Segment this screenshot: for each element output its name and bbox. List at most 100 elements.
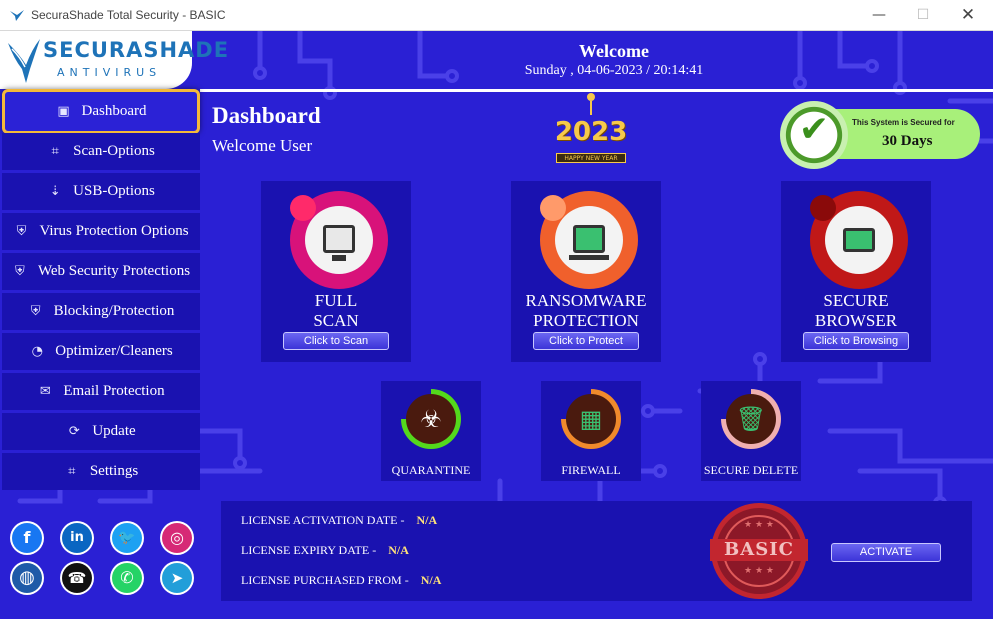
sidebar-item-virus-protection[interactable]: ⛨ Virus Protection Options — [2, 213, 200, 250]
new-year-caption: HAPPY NEW YEAR — [556, 153, 626, 163]
quarantine-card[interactable]: ☣ QUARANTINE — [381, 381, 481, 481]
toll-free-icon[interactable]: ☎ — [62, 563, 92, 593]
license-purchased-row: LICENSE PURCHASED FROM - N/A — [241, 573, 442, 587]
monitor-scan-icon — [323, 225, 355, 253]
maximize-button[interactable]: ☐ — [900, 0, 946, 30]
new-year-number: 2023 — [554, 117, 628, 147]
sidebar-item-label: Settings — [89, 463, 139, 479]
facebook-icon[interactable]: f — [12, 523, 42, 553]
title-bar: SecuraShade Total Security - BASIC — ☐ ✕ — [0, 0, 993, 31]
usb-icon: ⇣ — [49, 184, 61, 199]
welcome-user-text: Welcome User — [212, 136, 313, 155]
linkedin-icon[interactable]: in — [62, 523, 92, 553]
ransomware-ring — [540, 191, 638, 289]
status-dot — [540, 195, 566, 221]
ransomware-card[interactable]: RANSOMWARE PROTECTION Click to Protect — [511, 181, 661, 362]
license-purchased-value: N/A — [420, 573, 442, 587]
bird-logo-icon — [10, 10, 24, 21]
trash-icon: 🗑 — [735, 405, 767, 433]
twitter-icon[interactable]: 🐦 — [112, 523, 142, 553]
license-panel: LICENSE ACTIVATION DATE - N/A LICENSE EXP… — [221, 501, 972, 601]
basic-stamp: ★ ★ ★ BASIC ★ ★ ★ — [710, 503, 808, 599]
sidebar-item-label: Virus Protection Options — [39, 223, 189, 239]
sidebar-item-label: USB-Options — [73, 183, 155, 199]
monitor-icon: ▣ — [57, 104, 70, 119]
sidebar-item-label: Blocking/Protection — [53, 303, 175, 319]
sidebar-item-dashboard[interactable]: ▣ Dashboard — [2, 89, 200, 134]
firewall-icon: ▦ — [579, 405, 603, 433]
license-expiry-row: LICENSE EXPIRY DATE - N/A — [241, 543, 409, 557]
sidebar-item-scan-options[interactable]: ⌗ Scan-Options — [2, 133, 200, 170]
instagram-icon[interactable]: ◎ — [162, 523, 192, 553]
app-logo: SECURASHADE ANTIVIRUS — [0, 31, 228, 89]
gauge-icon: ◔ — [31, 344, 43, 359]
globe-icon[interactable]: ◍ — [12, 563, 42, 593]
firewall-ring: ▦ — [561, 389, 621, 449]
sidebar-item-web-security[interactable]: ⛨ Web Security Protections — [2, 253, 200, 290]
sidebar-item-optimizer[interactable]: ◔ Optimizer/Cleaners — [2, 333, 200, 370]
secured-text: This System is Secured for — [852, 118, 955, 127]
email-icon: ✉ — [39, 384, 51, 399]
telegram-icon[interactable]: ➤ — [162, 563, 192, 593]
sidebar-item-usb-options[interactable]: ⇣ USB-Options — [2, 173, 200, 210]
secure-browser-title: SECURE BROWSER — [814, 291, 898, 330]
sidebar-item-blocking-protection[interactable]: ⛨ Blocking/Protection — [2, 293, 200, 330]
sidebar-item-update[interactable]: ⟳ Update — [2, 413, 200, 450]
logo-subtitle: ANTIVIRUS — [57, 66, 162, 79]
firewall-card[interactable]: ▦ FIREWALL — [541, 381, 641, 481]
secured-status: ✔ This System is Secured for 30 Days — [780, 101, 980, 169]
license-expiry-value: N/A — [388, 543, 409, 557]
welcome-heading: Welcome — [579, 41, 649, 61]
status-dot — [290, 195, 316, 221]
quarantine-ring: ☣ — [401, 389, 461, 449]
secure-browser-ring — [810, 191, 908, 289]
full-scan-ring — [290, 191, 388, 289]
stamp-text: BASIC — [710, 539, 808, 561]
secured-days: 30 Days — [882, 133, 933, 149]
bird-logo-icon — [8, 39, 40, 83]
date-time: Sunday , 04-06-2023 / 20:14:41 — [524, 63, 704, 78]
status-dot — [810, 195, 836, 221]
sidebar-item-label: Web Security Protections — [37, 263, 191, 279]
secure-browser-card[interactable]: SECURE BROWSER Click to Browsing — [781, 181, 931, 362]
ransomware-title: RANSOMWARE PROTECTION — [525, 291, 647, 330]
refresh-icon: ⟳ — [68, 424, 80, 439]
secure-delete-ring: 🗑 — [721, 389, 781, 449]
sidebar-item-settings[interactable]: ⌗ Settings — [2, 453, 200, 490]
close-button[interactable]: ✕ — [945, 0, 991, 30]
laptop-lock-icon — [573, 225, 605, 253]
logo-brand: SECURASHADE — [43, 38, 230, 62]
scan-icon: ⌗ — [51, 144, 59, 159]
window-title: SecuraShade Total Security - BASIC — [31, 8, 226, 22]
click-to-protect-button[interactable]: Click to Protect — [533, 332, 639, 350]
sidebar-item-email-protection[interactable]: ✉ Email Protection — [2, 373, 200, 410]
sidebar-item-label: Dashboard — [81, 103, 147, 119]
quarantine-label: QUARANTINE — [391, 463, 471, 477]
sidebar-item-label: Scan-Options — [73, 143, 155, 159]
bauble-icon — [587, 93, 595, 115]
minimize-button[interactable]: — — [856, 0, 902, 30]
main-area: SECURASHADE ANTIVIRUS Welcome Sunday , 0… — [0, 31, 993, 619]
sidebar-item-label: Optimizer/Cleaners — [55, 343, 173, 359]
activate-button[interactable]: ACTIVATE — [831, 543, 941, 562]
full-scan-card[interactable]: FULL SCAN Click to Scan — [261, 181, 411, 362]
firewall-label: FIREWALL — [561, 463, 621, 477]
sidebar-item-label: Update — [92, 423, 136, 439]
biohazard-icon: ☣ — [420, 405, 442, 433]
settings-icon: ⌗ — [68, 464, 76, 479]
license-activation-row: LICENSE ACTIVATION DATE - N/A — [241, 513, 438, 527]
click-to-scan-button[interactable]: Click to Scan — [283, 332, 389, 350]
license-activation-value: N/A — [416, 513, 438, 527]
whatsapp-icon[interactable]: ✆ — [112, 563, 142, 593]
browser-shield-icon — [843, 228, 875, 252]
block-shield-icon: ⛨ — [30, 304, 41, 319]
click-to-browsing-button[interactable]: Click to Browsing — [803, 332, 909, 350]
page-title: Dashboard — [212, 103, 321, 128]
secure-delete-card[interactable]: 🗑 SECURE DELETE — [701, 381, 801, 481]
check-icon: ✔ — [780, 101, 848, 169]
new-year-badge: 2023 HAPPY NEW YEAR — [550, 91, 632, 171]
shield-virus-icon: ⛨ — [16, 224, 27, 239]
lock-shield-icon: ⛨ — [15, 264, 25, 279]
secure-delete-label: SECURE DELETE — [703, 463, 799, 477]
full-scan-title: FULL SCAN — [313, 291, 359, 330]
